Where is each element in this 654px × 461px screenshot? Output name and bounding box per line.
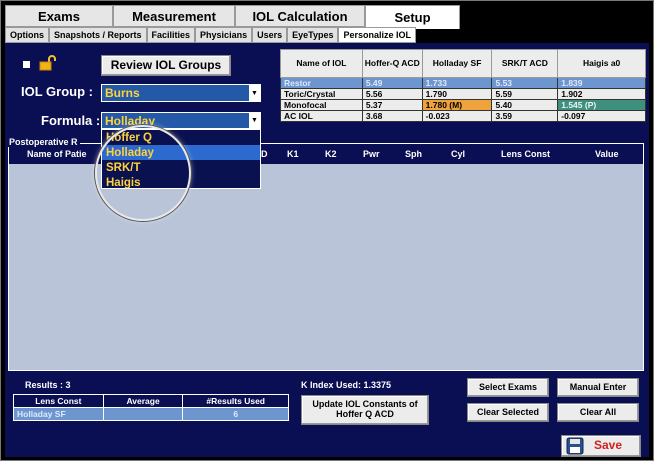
chevron-down-icon[interactable]: ▼ — [249, 85, 260, 101]
iol-group-value: Burns — [105, 86, 140, 100]
results-count: Results : 3 — [25, 380, 71, 390]
subtab-options[interactable]: Options — [5, 27, 49, 43]
formula-label: Formula : — [41, 113, 101, 128]
floppy-disk-icon — [566, 437, 584, 455]
column-header: Lens Const — [13, 394, 104, 408]
table-cell: 5.37 — [361, 99, 423, 111]
table-cell: 5.56 — [361, 88, 423, 100]
table-header-row: Lens Const Average #Results Used — [13, 394, 289, 408]
column-header: Hoffer-Q ACD — [361, 49, 423, 78]
results-summary-table: Lens Const Average #Results Used Hollada… — [13, 394, 289, 421]
clear-selected-button[interactable]: Clear Selected — [467, 403, 549, 422]
tab-exams[interactable]: Exams — [5, 5, 113, 27]
table-row[interactable]: Restor 5.49 1.733 5.53 1.839 — [280, 77, 646, 89]
table-cell: 5.40 — [491, 99, 559, 111]
table-cell: AC IOL — [280, 110, 363, 122]
application-window: Exams Measurement IOL Calculation Setup … — [0, 0, 654, 461]
postoperative-title: Postoperative R — [7, 137, 80, 147]
update-iol-constants-button[interactable]: Update IOL Constants of Hoffer Q ACD — [301, 395, 429, 425]
magnifier-circle — [95, 125, 191, 221]
table-cell: 6 — [182, 407, 289, 421]
table-cell: 1.902 — [557, 88, 646, 100]
table-cell: 1.790 — [421, 88, 493, 100]
table-cell-highlighted: 1.545 (P) — [557, 99, 646, 111]
column-header: Pwr — [363, 149, 380, 159]
save-button[interactable]: Save — [561, 435, 641, 457]
k-index-label: K Index Used: 1.3375 — [301, 380, 392, 390]
table-header-row: Name of IOL Hoffer-Q ACD Holladay SF SRK… — [280, 49, 646, 78]
iol-group-select[interactable]: Burns ▼ — [101, 84, 261, 102]
column-header: Lens Const — [501, 149, 551, 159]
formula-select[interactable]: Holladay ▼ — [101, 112, 261, 129]
table-cell: 1.839 — [557, 77, 646, 89]
column-header: Value — [595, 149, 619, 159]
table-cell: 5.53 — [491, 77, 559, 89]
table-row[interactable]: Monofocal 5.37 1.780 (M) 5.40 1.545 (P) — [280, 99, 646, 111]
column-header: Cyl — [451, 149, 466, 159]
tab-measurement[interactable]: Measurement — [113, 5, 235, 27]
table-cell: 5.59 — [491, 88, 559, 100]
table-cell-highlighted: 1.780 (M) — [421, 99, 493, 111]
table-cell: 3.68 — [361, 110, 423, 122]
chevron-down-icon[interactable]: ▼ — [249, 113, 260, 128]
table-row[interactable]: AC IOL 3.68 -0.023 3.59 -0.097 — [280, 110, 646, 122]
table-cell: Monofocal — [280, 99, 363, 111]
review-iol-groups-button[interactable]: Review IOL Groups — [101, 55, 231, 76]
select-exams-button[interactable]: Select Exams — [467, 378, 549, 397]
table-cell: -0.097 — [557, 110, 646, 122]
manual-enter-button[interactable]: Manual Enter — [557, 378, 639, 397]
subtab-snapshots-reports[interactable]: Snapshots / Reports — [49, 27, 147, 43]
column-header: Name of Patie — [27, 149, 87, 159]
table-cell: 3.59 — [491, 110, 559, 122]
subtab-personalize-iol[interactable]: Personalize IOL — [338, 27, 416, 43]
column-header: Haigis a0 — [557, 49, 646, 78]
table-cell: 1.733 — [421, 77, 493, 89]
table-row[interactable]: Holladay SF 6 — [13, 407, 289, 421]
subtab-facilities[interactable]: Facilities — [146, 27, 196, 43]
subtab-eyetypes[interactable]: EyeTypes — [287, 27, 339, 43]
iol-constants-table: Name of IOL Hoffer-Q ACD Holladay SF SRK… — [280, 49, 646, 122]
clear-all-button[interactable]: Clear All — [557, 403, 639, 422]
subtab-users[interactable]: Users — [252, 27, 288, 43]
save-button-label: Save — [594, 438, 623, 453]
column-header: Name of IOL — [280, 49, 363, 78]
column-header: D — [261, 149, 268, 159]
table-row[interactable]: Toric/Crystal 5.56 1.790 5.59 1.902 — [280, 88, 646, 100]
column-header: Average — [102, 394, 184, 408]
iol-group-label: IOL Group : — [21, 84, 93, 99]
table-cell: Holladay SF — [13, 407, 104, 421]
tab-iol-calculation[interactable]: IOL Calculation — [235, 5, 365, 27]
column-header: #Results Used — [182, 394, 289, 408]
table-cell: -0.023 — [421, 110, 493, 122]
column-header: K1 — [287, 149, 299, 159]
column-header: K2 — [325, 149, 337, 159]
tab-setup[interactable]: Setup — [365, 5, 460, 29]
main-tab-bar: Exams Measurement IOL Calculation Setup — [5, 5, 460, 29]
table-cell: 5.49 — [361, 77, 423, 89]
column-header: SRK/T ACD — [491, 49, 559, 78]
table-cell: Restor — [280, 77, 363, 89]
table-cell: Toric/Crystal — [280, 88, 363, 100]
checkbox[interactable] — [23, 61, 30, 68]
personalize-iol-panel: Review IOL Groups IOL Group : Burns ▼ Fo… — [5, 43, 649, 457]
sub-tab-bar: Options Snapshots / Reports Facilities P… — [5, 27, 416, 43]
subtab-physicians[interactable]: Physicians — [195, 27, 253, 43]
table-cell — [102, 407, 184, 421]
lock-icon[interactable] — [39, 55, 57, 71]
column-header: Sph — [405, 149, 422, 159]
column-header: Holladay SF — [421, 49, 493, 78]
